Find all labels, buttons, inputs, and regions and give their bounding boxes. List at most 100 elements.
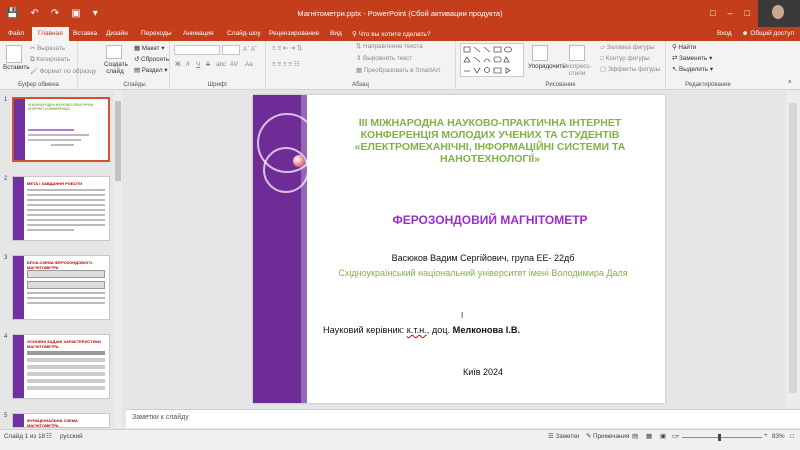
- shadow-button[interactable]: abc: [216, 61, 226, 68]
- thumb-band: [13, 335, 24, 398]
- thumb-number: 2: [4, 176, 8, 182]
- thumb-lines: [27, 189, 105, 234]
- format-painter-button[interactable]: 🖌 Формат по образцу: [30, 67, 96, 75]
- zoom-slider[interactable]: [682, 434, 762, 441]
- slide-scrollbar[interactable]: [786, 91, 800, 407]
- paste-icon[interactable]: [6, 45, 22, 63]
- language-indicator[interactable]: русский: [60, 433, 83, 440]
- tab-view[interactable]: Вид: [330, 30, 342, 37]
- supervisor-degree: к.т.н.: [406, 325, 427, 335]
- change-case-button[interactable]: Aa: [245, 61, 253, 68]
- slide-thumbnail-1[interactable]: III МІЖНАРОДНА НАУКОВО-ПРАКТИЧНА ІНТЕРНЕ…: [12, 97, 110, 162]
- copy-button[interactable]: ⧉ Копировать: [30, 56, 70, 64]
- align-text-button[interactable]: ⇕ Выровнять текст: [356, 55, 412, 62]
- tab-home[interactable]: Главная: [32, 27, 69, 41]
- tell-me-box[interactable]: ⚲ Что вы хотите сделать?: [352, 30, 430, 38]
- shape-outline-button[interactable]: □ Контур фигуры: [600, 55, 650, 62]
- city-year[interactable]: Київ 2024: [313, 367, 653, 377]
- comments-toggle[interactable]: ✎ Примечания: [586, 433, 629, 440]
- slide-scrollbar-thumb[interactable]: [789, 103, 797, 393]
- select-label: Выделить: [679, 66, 709, 73]
- layout-button[interactable]: ▦ Макет ▾: [134, 45, 164, 52]
- tab-review[interactable]: Рецензирование: [269, 30, 319, 37]
- grow-font-icon[interactable]: Aˆ Aˇ: [243, 46, 257, 53]
- thumb-band: [13, 414, 24, 427]
- replace-button[interactable]: ⇄ Заменить ▾: [672, 55, 712, 62]
- new-slide-icon[interactable]: [106, 45, 122, 59]
- slide-thumbnail-3[interactable]: БЛОК-СХЕМА ФЕРОЗОНДОВОГО МАГНІТОМЕТРА: [12, 255, 110, 320]
- smartart-button[interactable]: ▦ Преобразовать в SmartArt: [356, 67, 440, 74]
- collapse-ribbon-icon[interactable]: ˄: [788, 79, 792, 86]
- tab-design[interactable]: Дизайн: [106, 30, 128, 37]
- cut-button[interactable]: ✂ Вырезать: [30, 45, 65, 52]
- section-button[interactable]: ▤ Раздел ▾: [134, 67, 167, 74]
- thumb-header: МЕТА І ЗАВДАННЯ РОБОТИ: [27, 181, 83, 186]
- supervisor-name: Мелконова І.В.: [452, 325, 521, 335]
- ribbon-display-icon[interactable]: □: [710, 8, 715, 18]
- supervisor-line[interactable]: Науковий керівник: к.т.н., доц. Мелконов…: [323, 325, 653, 335]
- tab-transitions[interactable]: Переходы: [141, 30, 172, 37]
- shapes-gallery[interactable]: [460, 43, 524, 77]
- format-painter-label: Формат по образцу: [39, 68, 97, 75]
- tab-animation[interactable]: Анимация: [183, 30, 214, 37]
- char-spacing-button[interactable]: AV: [230, 61, 238, 68]
- bullets-icon[interactable]: ≡ ≡ ⇤ ⇥ ⇅: [272, 45, 302, 52]
- university-line[interactable]: Східноукраїнський національний університ…: [313, 268, 653, 278]
- supervisor-mid: , доц.: [426, 325, 453, 335]
- slide-thumbnail-4[interactable]: ОСНОВНІ ЗАДАНІ ХАРАКТЕРИСТИКИ МАГНІТОМЕТ…: [12, 334, 110, 399]
- select-button[interactable]: ↖ Выделить ▾: [672, 66, 713, 73]
- arrange-icon[interactable]: [532, 45, 548, 61]
- shape-fill-button[interactable]: ▱ Заливка фигуры: [600, 44, 655, 51]
- find-button[interactable]: ⚲ Найти: [672, 44, 696, 51]
- quick-styles-button[interactable]: Экспресс-стили: [562, 63, 592, 77]
- tab-slideshow[interactable]: Слайд-шоу: [227, 30, 261, 37]
- zoom-slider-handle[interactable]: [718, 434, 721, 441]
- slide-thumbnail-5[interactable]: ФУНКЦІОНАЛЬНА СХЕМА МАГНІТОМЕТРА: [12, 413, 110, 428]
- shape-effects-button[interactable]: ▢ Эффекты фигуры: [600, 66, 660, 73]
- thumbnail-scrollbar[interactable]: [114, 91, 122, 428]
- reading-view-icon[interactable]: ▣: [660, 433, 666, 440]
- underline-button[interactable]: Ч: [196, 61, 200, 68]
- thumb-lines: [27, 270, 105, 307]
- reset-button[interactable]: ↺ Сбросить: [134, 56, 169, 63]
- bold-button[interactable]: Ж: [175, 61, 181, 68]
- current-slide[interactable]: III МІЖНАРОДНА НАУКОВО-ПРАКТИЧНА ІНТЕРНЕ…: [253, 95, 665, 403]
- maximize-icon[interactable]: □: [745, 8, 750, 18]
- paste-button[interactable]: Вставить: [3, 64, 30, 71]
- sign-in-link[interactable]: Вход: [717, 30, 732, 37]
- group-paragraph: ≡ ≡ ⇤ ⇥ ⇅ ≡ ≡ ≡ ≡ ☷ ⇅ Направление текста…: [266, 41, 456, 90]
- text-direction-button[interactable]: ⇅ Направление текста: [356, 43, 423, 50]
- align-icons[interactable]: ≡ ≡ ≡ ≡ ☷: [272, 61, 299, 68]
- minimize-icon[interactable]: –: [728, 8, 733, 18]
- share-label: Общий доступ: [750, 30, 794, 37]
- tell-me-text: Что вы хотите сделать?: [358, 31, 431, 38]
- italic-button[interactable]: К: [186, 61, 190, 68]
- share-button[interactable]: ☻ Общий доступ: [742, 30, 794, 37]
- font-size-dropdown[interactable]: [222, 45, 240, 55]
- arrange-button[interactable]: Упорядочить: [528, 63, 565, 70]
- slide-sorter-icon[interactable]: ▦: [646, 433, 652, 440]
- tab-insert[interactable]: Вставка: [73, 30, 97, 37]
- smartart-label: Преобразовать в SmartArt: [363, 67, 441, 74]
- new-slide-button[interactable]: Создать слайд: [104, 61, 128, 75]
- tab-file[interactable]: Файл: [8, 30, 24, 37]
- fit-slide-icon[interactable]: □: [790, 433, 794, 440]
- strikethrough-button[interactable]: S: [206, 61, 210, 68]
- thumb-header: ФУНКЦІОНАЛЬНА СХЕМА МАГНІТОМЕТРА: [27, 418, 78, 428]
- zoom-in-icon[interactable]: +: [764, 432, 768, 439]
- zoom-out-icon[interactable]: –: [676, 432, 680, 439]
- author-line[interactable]: Васюков Вадим Сергійович, група ЕЕ- 22дб: [313, 253, 653, 263]
- slide-count: Слайд 1 из 18: [4, 433, 46, 440]
- normal-view-icon[interactable]: ▤: [632, 433, 638, 440]
- quick-styles-icon[interactable]: [569, 45, 585, 61]
- slide-thumbnail-pane: 1 III МІЖНАРОДНА НАУКОВО-ПРАКТИЧНА ІНТЕР…: [0, 91, 122, 428]
- notes-toggle[interactable]: ☰ Заметки: [548, 433, 580, 440]
- notes-pane[interactable]: Заметки к слайду: [126, 409, 800, 428]
- zoom-level[interactable]: 83%: [772, 433, 785, 440]
- spellcheck-icon[interactable]: ☷: [46, 433, 52, 440]
- scrollbar-thumb[interactable]: [115, 101, 121, 181]
- slide-title[interactable]: ФЕРОЗОНДОВИЙ МАГНІТОМЕТР: [325, 213, 655, 227]
- font-name-dropdown[interactable]: [174, 45, 220, 55]
- conference-title[interactable]: III МІЖНАРОДНА НАУКОВО-ПРАКТИЧНА ІНТЕРНЕ…: [325, 117, 655, 165]
- slide-thumbnail-2[interactable]: МЕТА І ЗАВДАННЯ РОБОТИ: [12, 176, 110, 241]
